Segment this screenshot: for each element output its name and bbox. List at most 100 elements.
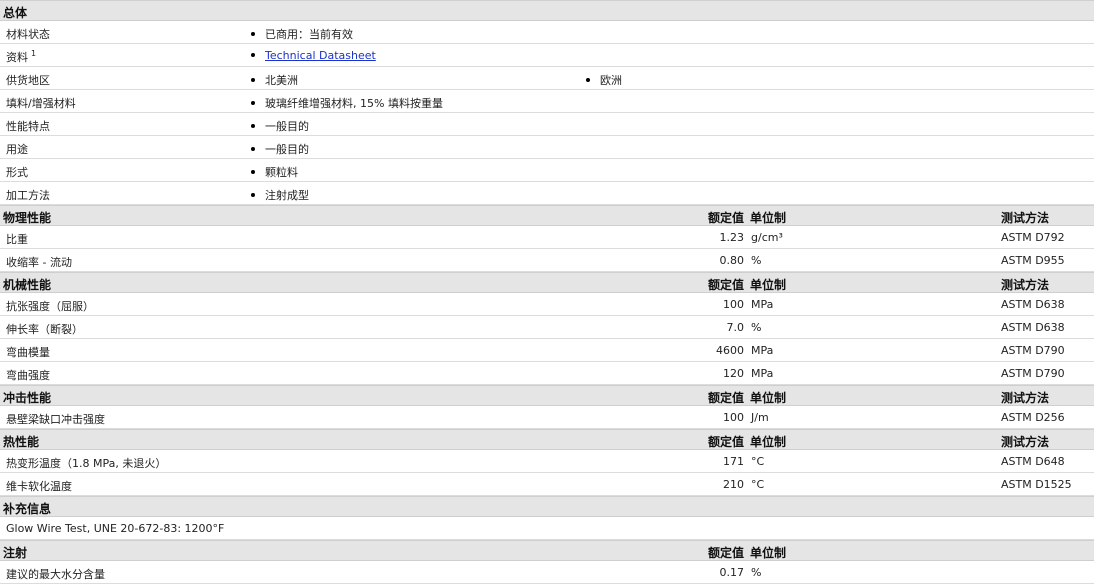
- property-row: 弯曲模量 4600 MPa ASTM D790: [0, 339, 1094, 362]
- row-unit: %: [751, 254, 762, 267]
- row-value: 0.80: [719, 254, 745, 267]
- property-row: 热变形温度（1.8 MPa, 未退火） 171 °C ASTM D648: [0, 450, 1094, 473]
- bullet-icon: [251, 124, 255, 128]
- property-row: 悬壁梁缺口冲击强度 100 J/m ASTM D256: [0, 406, 1094, 429]
- row-method: ASTM D638: [1001, 321, 1065, 334]
- bullet-icon: [251, 32, 255, 36]
- row-value: 一般目的: [251, 141, 309, 157]
- value-text: 一般目的: [265, 143, 309, 156]
- col-header-unit: 单位制: [750, 391, 787, 405]
- row-label: 热变形温度（1.8 MPa, 未退火）: [6, 457, 167, 470]
- general-row-literature: 资料 1 Technical Datasheet: [0, 44, 1094, 67]
- row-label: 维卡软化温度: [6, 480, 72, 493]
- bullet-icon: [251, 170, 255, 174]
- bullet-icon: [251, 101, 255, 105]
- row-value: 1.23: [719, 231, 745, 244]
- value-text: 玻璃纤维增强材料, 15% 填料按重量: [265, 97, 443, 110]
- row-value: 一般目的: [251, 118, 309, 134]
- row-value: 100: [723, 298, 744, 311]
- row-value: 100: [723, 411, 744, 424]
- row-label: 填料/增强材料: [6, 97, 76, 110]
- property-row: 建议的最大水分含量 0.17 %: [0, 561, 1094, 584]
- row-label: 用途: [6, 143, 28, 156]
- value-text: 一般目的: [265, 120, 309, 133]
- col-header-nominal: 额定值: [707, 211, 744, 225]
- col-header-unit: 单位制: [750, 546, 787, 560]
- row-method: ASTM D790: [1001, 367, 1065, 380]
- general-row-filler: 填料/增强材料 玻璃纤维增强材料, 15% 填料按重量: [0, 90, 1094, 113]
- footnote-marker: 1: [31, 49, 37, 59]
- row-label: 抗张强度（屈服）: [6, 300, 94, 313]
- row-unit: MPa: [751, 344, 774, 357]
- col-header-nominal: 额定值: [707, 391, 744, 405]
- row-value: 北美洲: [251, 72, 298, 88]
- row-unit: %: [751, 321, 762, 334]
- section-title: 补充信息: [3, 502, 52, 516]
- general-row-features: 性能特点 一般目的: [0, 113, 1094, 136]
- col-header-unit: 单位制: [750, 435, 787, 449]
- value-text: 颗粒料: [265, 166, 298, 179]
- row-value: 120: [723, 367, 744, 380]
- value-text: 欧洲: [600, 74, 622, 87]
- section-header-injection: 注射 额定值 单位制: [0, 540, 1094, 561]
- row-value: 颗粒料: [251, 164, 298, 180]
- col-header-nominal: 额定值: [707, 278, 744, 292]
- bullet-icon: [251, 78, 255, 82]
- section-header-mechanical: 机械性能 额定值 单位制 测试方法: [0, 272, 1094, 293]
- row-value: 注射成型: [251, 187, 309, 203]
- section-header-general: 总体: [0, 0, 1094, 21]
- property-row: 比重 1.23 g/cm³ ASTM D792: [0, 226, 1094, 249]
- row-value: 210: [723, 478, 744, 491]
- row-unit: %: [751, 566, 762, 579]
- row-value: 7.0: [726, 321, 745, 334]
- col-header-method: 测试方法: [1001, 435, 1050, 449]
- row-unit: g/cm³: [751, 231, 783, 244]
- row-unit: J/m: [751, 411, 769, 424]
- row-method: ASTM D955: [1001, 254, 1065, 267]
- row-method: ASTM D648: [1001, 455, 1065, 468]
- row-value-2: 欧洲: [586, 72, 622, 88]
- row-label: 供货地区: [6, 74, 50, 87]
- row-label: 加工方法: [6, 189, 50, 202]
- general-row-availability: 供货地区 北美洲 欧洲: [0, 67, 1094, 90]
- row-method: ASTM D256: [1001, 411, 1065, 424]
- section-header-physical: 物理性能 额定值 单位制 测试方法: [0, 205, 1094, 226]
- row-label: 弯曲强度: [6, 369, 50, 382]
- col-header-nominal: 额定值: [707, 546, 744, 560]
- section-title: 机械性能: [3, 278, 52, 292]
- row-method: ASTM D792: [1001, 231, 1065, 244]
- row-value: 已商用：当前有效: [251, 26, 353, 42]
- bullet-icon: [251, 53, 255, 57]
- row-label: 资料 1: [6, 49, 36, 65]
- technical-datasheet-link[interactable]: Technical Datasheet: [265, 49, 376, 62]
- section-title: 总体: [3, 6, 28, 20]
- property-row: 收缩率 - 流动 0.80 % ASTM D955: [0, 249, 1094, 272]
- bullet-icon: [251, 147, 255, 151]
- row-method: ASTM D1525: [1001, 478, 1072, 491]
- general-row-processing: 加工方法 注射成型: [0, 182, 1094, 205]
- supplemental-row: Glow Wire Test, UNE 20-672-83: 1200°F: [0, 517, 1094, 540]
- property-row: 弯曲强度 120 MPa ASTM D790: [0, 362, 1094, 385]
- supplemental-text: Glow Wire Test, UNE 20-672-83: 1200°F: [6, 522, 225, 535]
- row-label: 弯曲模量: [6, 346, 50, 359]
- row-label: 伸长率（断裂）: [6, 323, 83, 336]
- value-text: 北美洲: [265, 74, 298, 87]
- row-unit: °C: [751, 455, 765, 468]
- property-row: 抗张强度（屈服） 100 MPa ASTM D638: [0, 293, 1094, 316]
- col-header-unit: 单位制: [750, 278, 787, 292]
- property-row: 伸长率（断裂） 7.0 % ASTM D638: [0, 316, 1094, 339]
- general-row-forms: 形式 颗粒料: [0, 159, 1094, 182]
- col-header-unit: 单位制: [750, 211, 787, 225]
- section-header-impact: 冲击性能 额定值 单位制 测试方法: [0, 385, 1094, 406]
- value-text: 已商用：当前有效: [265, 28, 353, 41]
- col-header-method: 测试方法: [1001, 391, 1050, 405]
- row-value: Technical Datasheet: [251, 49, 376, 62]
- section-title: 冲击性能: [3, 391, 52, 405]
- row-unit: MPa: [751, 367, 774, 380]
- row-value: 4600: [716, 344, 744, 357]
- row-label: 材料状态: [6, 28, 50, 41]
- row-label: 建议的最大水分含量: [6, 568, 105, 581]
- row-unit: MPa: [751, 298, 774, 311]
- label-text: 资料: [6, 51, 28, 64]
- row-method: ASTM D790: [1001, 344, 1065, 357]
